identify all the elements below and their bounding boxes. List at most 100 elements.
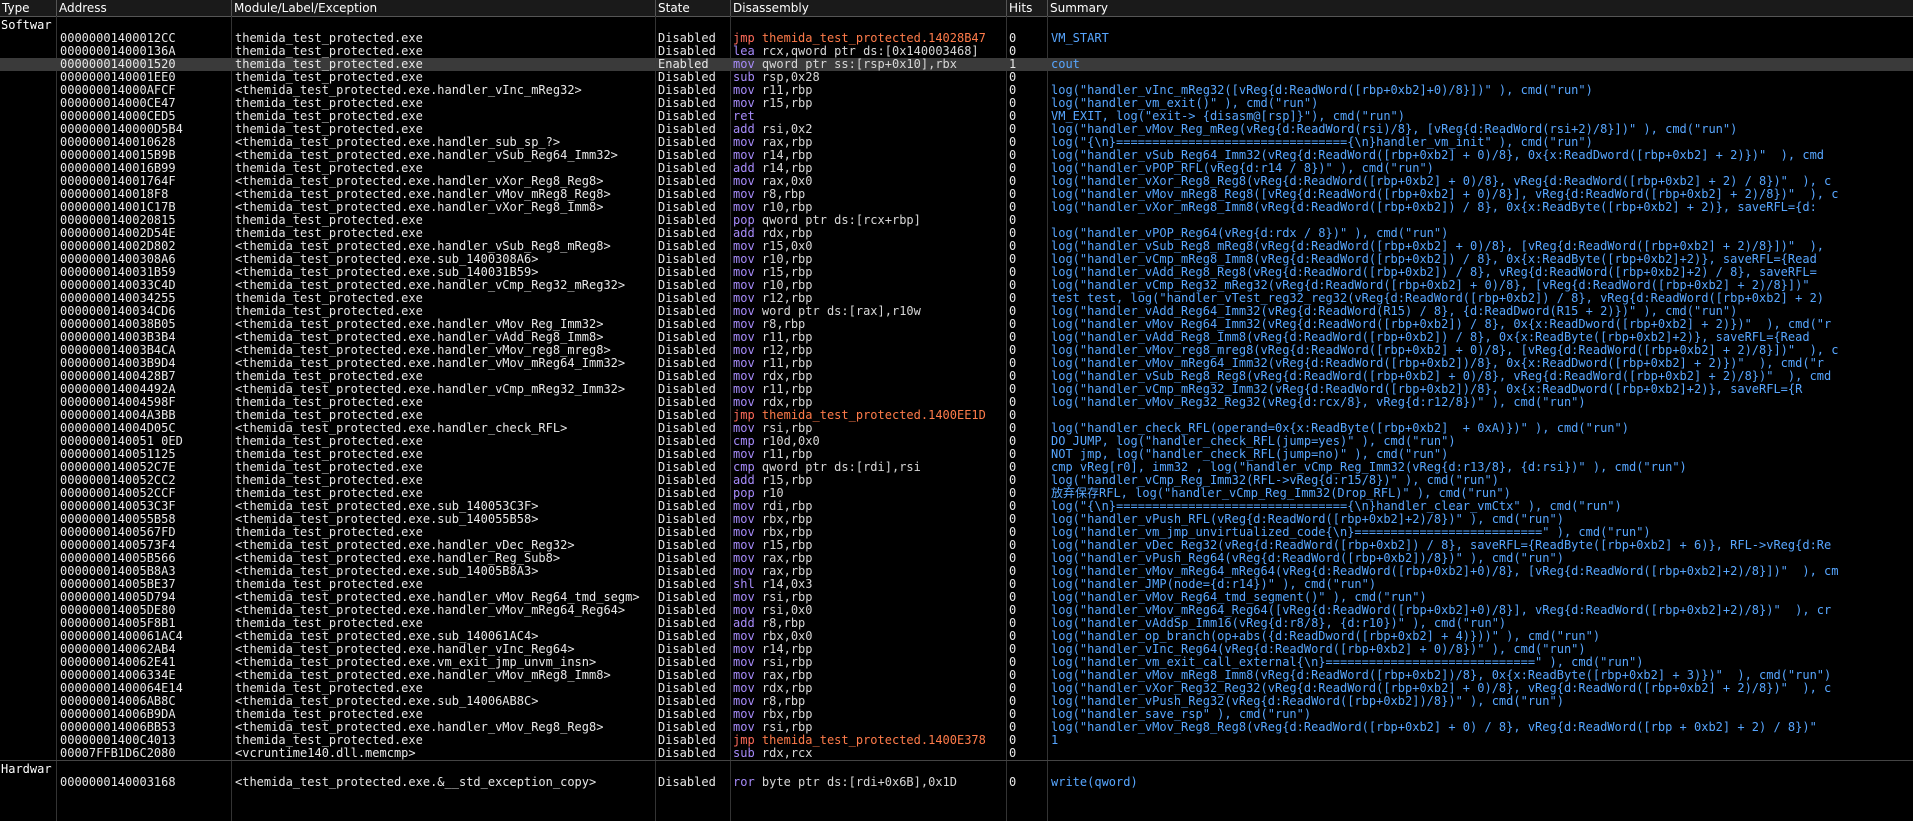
breakpoint-row[interactable]: 0000000140003168 <themida_test_protected.…: [0, 776, 1913, 789]
breakpoint-row[interactable]: 000000014005BE37 themida_test_protected.e…: [0, 578, 1913, 591]
disassembly-cell: add rsi,0x2: [733, 123, 1005, 136]
breakpoint-row[interactable]: 0000000140001EE0 themida_test_protected.e…: [0, 71, 1913, 84]
breakpoint-row[interactable]: 00000001400012CC themida_test_protected.e…: [0, 32, 1913, 45]
module-label-cell: <vcruntime140.dll.memcmp>: [235, 747, 416, 760]
breakpoint-row[interactable]: 000000014004492A <themida_test_protected.…: [0, 383, 1913, 396]
disassembly-cell: mov rsi,rbp: [733, 422, 1005, 435]
module-label-cell: <themida_test_protected.exe.handler_vMov…: [235, 591, 640, 604]
module-label-cell: <themida_test_protected.exe.sub_14006AB8…: [235, 695, 539, 708]
breakpoint-row[interactable]: 0000000140052C7E themida_test_protected.e…: [0, 461, 1913, 474]
summary-cell: log("handler_vMov_mReg64_mReg64(vReg{d:R…: [1051, 565, 1839, 578]
mnemonic: jmp: [733, 32, 755, 45]
breakpoint-row[interactable]: 00000001400308A6 <themida_test_protected.…: [0, 253, 1913, 266]
breakpoint-row[interactable]: 00000001400C4013 themida_test_protected.e…: [0, 734, 1913, 747]
breakpoint-row[interactable]: 0000000140033C4D <themida_test_protected.…: [0, 279, 1913, 292]
breakpoint-row[interactable]: 0000000140010628 <themida_test_protected.…: [0, 136, 1913, 149]
mnemonic: ret: [733, 110, 755, 123]
breakpoint-row[interactable]: 000000014000136A themida_test_protected.e…: [0, 45, 1913, 58]
module-label-cell: <themida_test_protected.exe.vm_exit_jmp_…: [235, 656, 597, 669]
hits-cell: 0: [1009, 461, 1017, 474]
module-label-cell: themida_test_protected.exe: [235, 110, 423, 123]
breakpoint-row[interactable]: 000000014006AB8C <themida_test_protected.…: [0, 695, 1913, 708]
breakpoint-row[interactable]: 0000000140001520 themida_test_protected.e…: [0, 58, 1913, 71]
disassembly-cell: mov r8,rbp: [733, 695, 1005, 708]
breakpoint-row[interactable]: 0000000140034255 themida_test_protected.e…: [0, 292, 1913, 305]
breakpoint-row[interactable]: 0000000140038B05 <themida_test_protected.…: [0, 318, 1913, 331]
breakpoint-row[interactable]: 00000001400567FD themida_test_protected.e…: [0, 526, 1913, 539]
breakpoint-row[interactable]: 00000001400064E14 themida_test_protected.…: [0, 682, 1913, 695]
mnemonic: add: [733, 617, 755, 630]
breakpoint-row[interactable]: 000000014000CED5 themida_test_protected.e…: [0, 110, 1913, 123]
breakpoint-row[interactable]: 00000001400573F4 <themida_test_protected.…: [0, 539, 1913, 552]
col-summary-header[interactable]: Summary: [1048, 0, 1913, 16]
address-cell: 0000000140016B99: [60, 162, 176, 175]
mnemonic: mov: [733, 253, 755, 266]
breakpoint-row[interactable]: 000000014003B3B4 <themida_test_protected.…: [0, 331, 1913, 344]
breakpoint-row[interactable]: 000000014005F8B1 themida_test_protected.e…: [0, 617, 1913, 630]
breakpoint-row[interactable]: 0000000140053C3F <themida_test_protected.…: [0, 500, 1913, 513]
address-cell: 000000014003B9D4: [60, 357, 176, 370]
address-cell: 000000014001C17B: [60, 201, 176, 214]
breakpoint-row[interactable]: 0000000140052CC2 themida_test_protected.e…: [0, 474, 1913, 487]
state-cell: Disabled: [658, 617, 716, 630]
breakpoint-row[interactable]: 0000000140018F8 <themida_test_protected.e…: [0, 188, 1913, 201]
breakpoint-row[interactable]: 000000014004598F themida_test_protected.e…: [0, 396, 1913, 409]
breakpoint-row[interactable]: 0000000140016B99 themida_test_protected.e…: [0, 162, 1913, 175]
breakpoint-row[interactable]: 000000014006334E <themida_test_protected.…: [0, 669, 1913, 682]
address-cell: 000000014005BE37: [60, 578, 176, 591]
breakpoint-row[interactable]: 0000000140055B58 <themida_test_protected.…: [0, 513, 1913, 526]
breakpoint-row[interactable]: 0000000140051 0ED themida_test_protected.…: [0, 435, 1913, 448]
breakpoint-row[interactable]: 0000000140062AB4 <themida_test_protected.…: [0, 643, 1913, 656]
breakpoint-row[interactable]: 0000000140015B9B <themida_test_protected.…: [0, 149, 1913, 162]
breakpoint-row[interactable]: 00000001400061AC4 <themida_test_protected…: [0, 630, 1913, 643]
hits-cell: 0: [1009, 422, 1017, 435]
module-label-cell: <themida_test_protected.exe.sub_1400308A…: [235, 253, 539, 266]
breakpoint-row[interactable]: 000000014003B4CA <themida_test_protected.…: [0, 344, 1913, 357]
mnemonic: mov: [733, 318, 755, 331]
breakpoint-row[interactable]: 000000014005DE80 <themida_test_protected.…: [0, 604, 1913, 617]
summary-cell: log("handler_vPOP_Reg64(vReg{d:rdx / 8})…: [1051, 227, 1449, 240]
hits-cell: 1: [1009, 58, 1017, 71]
mnemonic: mov: [733, 201, 755, 214]
breakpoint-row[interactable]: 000000014002D802 <themida_test_protected.…: [0, 240, 1913, 253]
breakpoint-row[interactable]: 000000014004A3BB themida_test_protected.e…: [0, 409, 1913, 422]
col-state-header[interactable]: State: [656, 0, 731, 16]
breakpoint-row[interactable]: 0000000140051125 themida_test_protected.e…: [0, 448, 1913, 461]
breakpoint-row[interactable]: 0000000140000D5B4 themida_test_protected.…: [0, 123, 1913, 136]
breakpoint-row[interactable]: 0000000140034CD6 themida_test_protected.e…: [0, 305, 1913, 318]
breakpoint-row[interactable]: 000000014006B9DA themida_test_protected.e…: [0, 708, 1913, 721]
breakpoint-row[interactable]: 000000014000AFCF <themida_test_protected.…: [0, 84, 1913, 97]
breakpoint-row[interactable]: 0000000140020815 themida_test_protected.e…: [0, 214, 1913, 227]
operands: r15,rbp: [761, 539, 813, 552]
breakpoint-row[interactable]: 000000014001C17B <themida_test_protected.…: [0, 201, 1913, 214]
address-cell: 0000000140000D5B4: [60, 123, 183, 136]
breakpoint-row[interactable]: 00007FFB1D6C2080 <vcruntime140.dll.memcmp…: [0, 747, 1913, 760]
breakpoint-row[interactable]: 000000014003B9D4 <themida_test_protected.…: [0, 357, 1913, 370]
disassembly-cell: mov r11,rbp: [733, 383, 1005, 396]
col-disassembly-header[interactable]: Disassembly: [731, 0, 1007, 16]
breakpoint-row[interactable]: 000000014004D05C <themida_test_protected.…: [0, 422, 1913, 435]
breakpoint-row[interactable]: 000000014002D54E themida_test_protected.e…: [0, 227, 1913, 240]
hits-cell: 0: [1009, 253, 1017, 266]
breakpoint-row[interactable]: 00000001400428B7 themida_test_protected.e…: [0, 370, 1913, 383]
breakpoint-row[interactable]: 000000014001764F <themida_test_protected.…: [0, 175, 1913, 188]
breakpoint-row[interactable]: 000000014005B566 <themida_test_protected.…: [0, 552, 1913, 565]
breakpoint-row[interactable]: 000000014000CE47 themida_test_protected.e…: [0, 97, 1913, 110]
breakpoint-row[interactable]: 0000000140062E41 <themida_test_protected.…: [0, 656, 1913, 669]
col-address-header[interactable]: Address: [57, 0, 232, 16]
address-cell: 000000014003B4CA: [60, 344, 176, 357]
module-label-cell: <themida_test_protected.exe.handler_vAdd…: [235, 331, 604, 344]
col-module-header[interactable]: Module/Label/Exception: [232, 0, 656, 16]
breakpoint-row[interactable]: 000000014005B8A3 <themida_test_protected.…: [0, 565, 1913, 578]
breakpoint-row[interactable]: 000000014005D794 <themida_test_protected.…: [0, 591, 1913, 604]
breakpoint-row[interactable]: 0000000140031B59 <themida_test_protected.…: [0, 266, 1913, 279]
module-label-cell: <themida_test_protected.exe.handler_vMov…: [235, 188, 611, 201]
summary-cell: NOT jmp, log("handler_check_RFL(jump=no)…: [1051, 448, 1449, 461]
col-type-header[interactable]: Type: [0, 0, 57, 16]
col-hits-header[interactable]: Hits: [1007, 0, 1048, 16]
breakpoint-row[interactable]: 000000014006BB53 <themida_test_protected.…: [0, 721, 1913, 734]
module-label-cell: <themida_test_protected.exe.sub_140031B5…: [235, 266, 539, 279]
breakpoint-row[interactable]: 0000000140052CCF themida_test_protected.e…: [0, 487, 1913, 500]
mnemonic: mov: [733, 240, 755, 253]
disassembly-cell: cmp r10d,0x0: [733, 435, 1005, 448]
